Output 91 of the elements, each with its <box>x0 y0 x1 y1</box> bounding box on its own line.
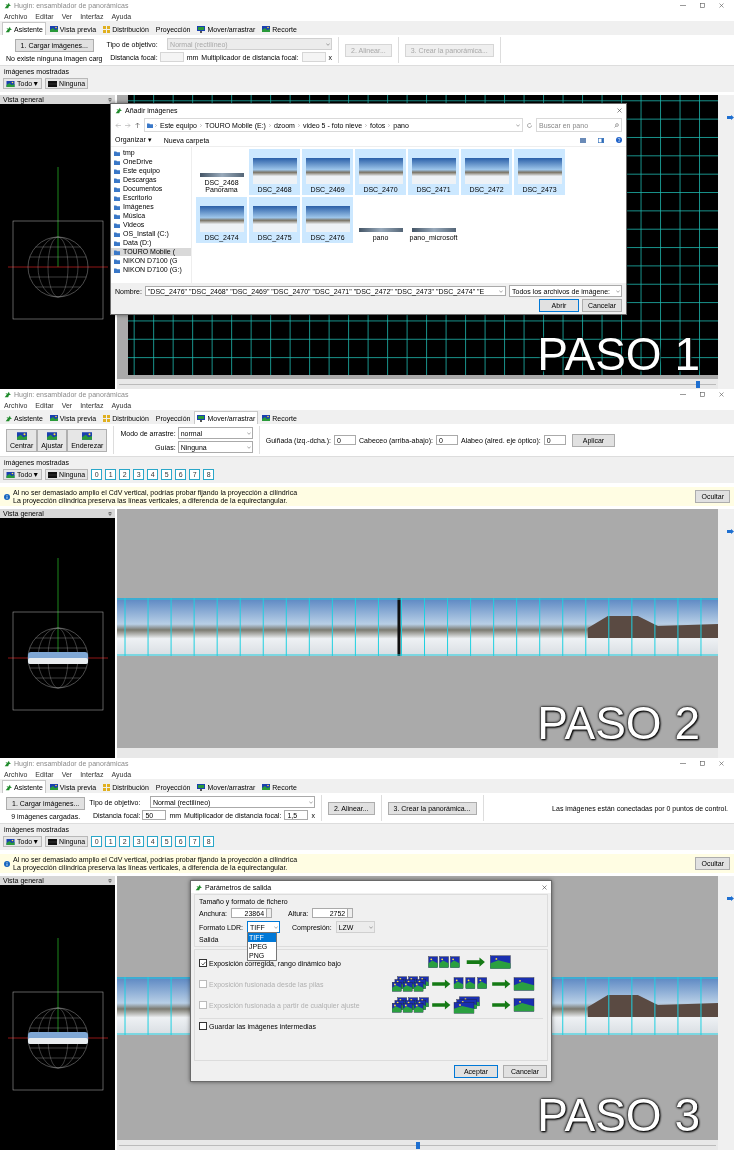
hugin-logo-icon <box>195 883 202 891</box>
caret-icon <box>308 800 313 804</box>
pin-icon[interactable] <box>108 97 112 102</box>
caret-icon <box>246 431 251 435</box>
close-icon[interactable] <box>719 392 724 397</box>
minimize-icon[interactable] <box>680 3 686 8</box>
caret-icon <box>499 289 503 293</box>
maximize-icon[interactable] <box>700 761 705 766</box>
focal-length-field[interactable] <box>159 52 184 62</box>
refresh-icon[interactable] <box>527 122 532 128</box>
photo-placeholder <box>252 158 297 184</box>
grid-icon <box>103 25 111 33</box>
hugin-logo-icon <box>4 391 11 398</box>
pin-icon[interactable] <box>108 511 112 516</box>
arrow-icon[interactable] <box>727 529 734 534</box>
checkbox[interactable] <box>199 1022 207 1030</box>
spinner-icon[interactable] <box>267 908 273 918</box>
photo-placeholder <box>464 158 509 184</box>
info-icon <box>4 493 10 500</box>
landscape-icon <box>49 784 58 790</box>
close-icon[interactable] <box>542 884 547 890</box>
step-label: PASO 1 <box>537 331 700 377</box>
landscape-icon <box>6 838 15 845</box>
dark-image-icon <box>48 471 58 478</box>
close-icon[interactable] <box>719 761 724 766</box>
checkbox[interactable] <box>199 959 207 967</box>
photo-placeholder <box>305 206 350 232</box>
pin-icon[interactable] <box>108 878 112 883</box>
photo-placeholder <box>252 206 297 232</box>
landscape-icon <box>6 471 15 478</box>
tree-icon <box>5 25 12 33</box>
hugin-logo-icon <box>4 760 11 767</box>
help-icon[interactable] <box>616 137 622 143</box>
grid-icon <box>103 414 111 422</box>
hugin-logo-icon <box>115 106 122 114</box>
photo-placeholder <box>358 158 403 184</box>
up-arrow-icon[interactable] <box>135 122 140 128</box>
photo-placeholder <box>199 206 244 232</box>
caret-icon <box>326 42 331 46</box>
grid-icon <box>103 783 111 791</box>
monitor-icon <box>197 783 206 791</box>
caret-icon <box>516 123 520 127</box>
multiplier-field[interactable] <box>301 52 326 62</box>
panorama-thumbnail <box>358 228 403 232</box>
caret-icon <box>616 289 620 293</box>
step-label: PASO 3 <box>537 1092 700 1138</box>
step-label: PASO 2 <box>537 700 700 746</box>
tree-icon <box>5 414 12 422</box>
dark-image-icon <box>48 80 58 87</box>
landscape-icon <box>262 26 271 32</box>
close-icon[interactable] <box>719 3 724 8</box>
tree-icon <box>5 783 12 791</box>
slider-thumb[interactable] <box>696 380 701 388</box>
minimize-icon[interactable] <box>680 761 686 766</box>
panorama-thumbnail <box>199 173 244 177</box>
slider-thumb[interactable] <box>415 1141 420 1149</box>
photo-placeholder <box>411 158 456 184</box>
scroll-bar[interactable] <box>117 379 718 389</box>
view-icon[interactable] <box>580 137 586 143</box>
caret-icon <box>246 445 251 449</box>
hugin-logo-icon <box>4 2 11 9</box>
landscape-icon <box>6 80 15 87</box>
scroll-bar[interactable] <box>117 1140 718 1150</box>
caret-icon <box>273 925 278 929</box>
arrow-icon[interactable] <box>727 115 734 120</box>
search-icon <box>614 122 619 128</box>
arrow-icon[interactable] <box>727 896 734 901</box>
maximize-icon[interactable] <box>700 3 705 8</box>
chevron-icon <box>388 123 391 127</box>
chevron-icon <box>365 123 368 127</box>
caret-icon <box>368 925 373 929</box>
scroll-bar[interactable] <box>117 748 718 758</box>
landscape-icon <box>49 26 58 32</box>
landscape-icon <box>49 415 58 421</box>
landscape-icon <box>262 784 271 790</box>
minimize-icon[interactable] <box>680 392 686 397</box>
spinner-icon[interactable] <box>348 908 354 918</box>
landscape-icon <box>262 415 271 421</box>
monitor-icon <box>197 414 206 422</box>
panorama-thumbnail <box>411 228 456 232</box>
photo-placeholder <box>305 158 350 184</box>
photo-placeholder <box>517 158 562 184</box>
close-icon[interactable] <box>617 107 622 113</box>
chevron-icon <box>268 123 271 127</box>
preview-pane-icon[interactable] <box>598 137 604 143</box>
maximize-icon[interactable] <box>700 392 705 397</box>
monitor-icon <box>197 25 206 33</box>
info-icon <box>4 860 10 867</box>
chevron-icon <box>297 123 300 127</box>
folder-icon <box>147 122 153 128</box>
dark-image-icon <box>48 838 58 845</box>
